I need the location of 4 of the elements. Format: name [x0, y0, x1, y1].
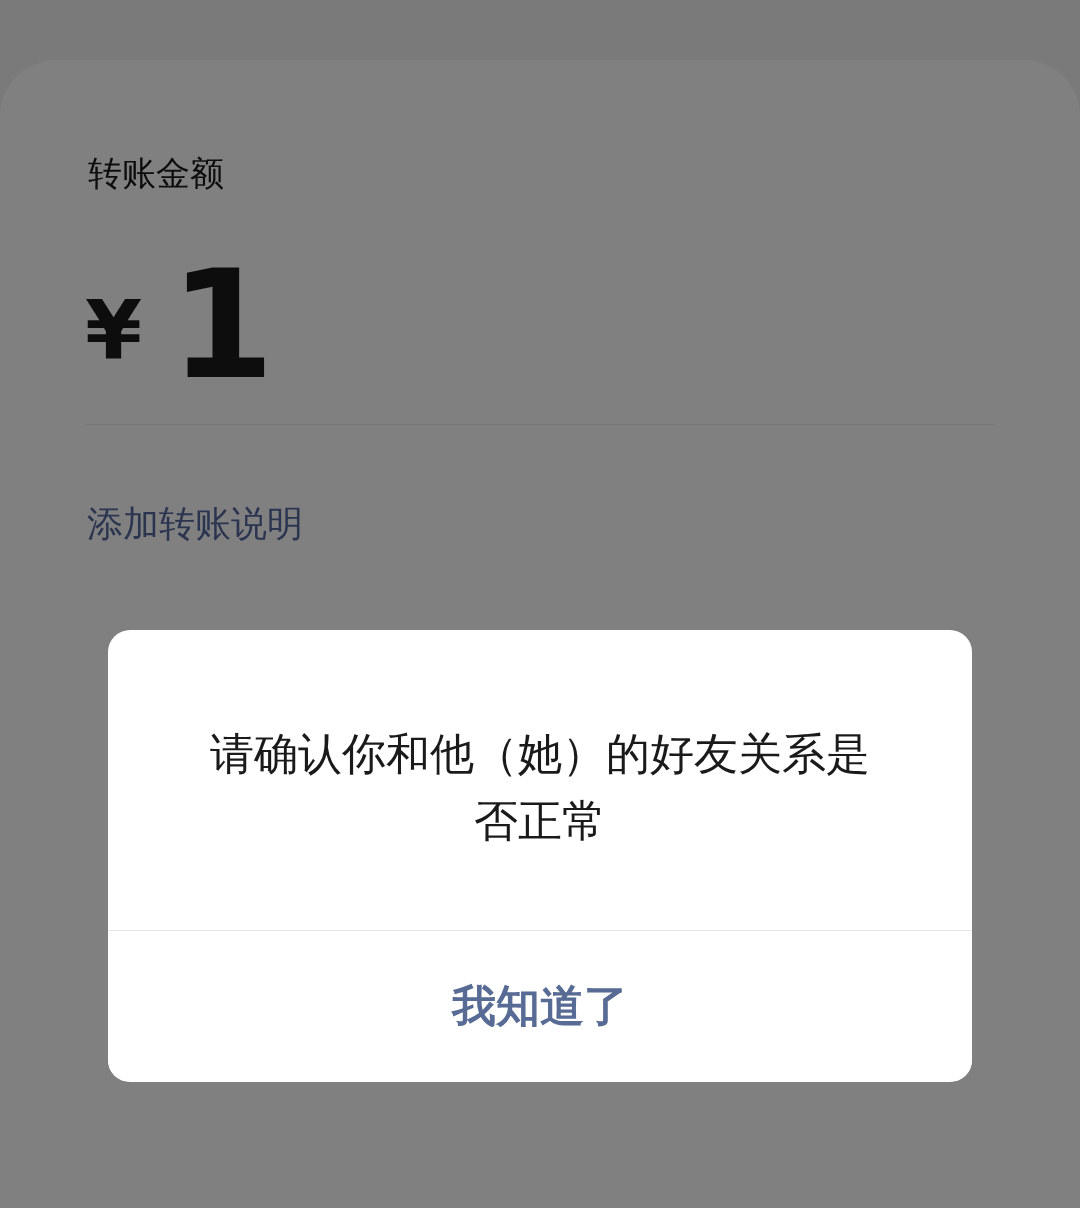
- currency-symbol: ¥: [85, 290, 143, 372]
- amount-value: 1: [170, 250, 275, 400]
- add-note-link[interactable]: 添加转账说明: [87, 497, 303, 551]
- amount-label: 转账金额: [88, 152, 225, 195]
